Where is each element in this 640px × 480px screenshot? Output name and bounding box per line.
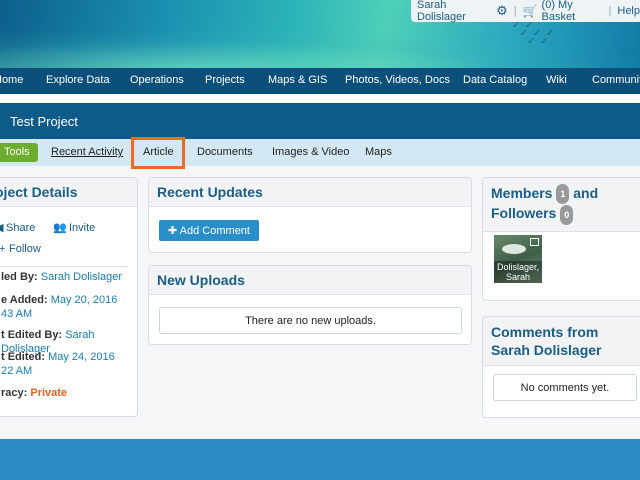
tab-recent-activity[interactable]: Recent Activity	[51, 146, 123, 158]
last-edited-value: May 24, 2016	[48, 351, 115, 363]
footer	[0, 439, 640, 480]
project-details-panel: oject Details ◀ Share 👥 Invite + Follow …	[0, 177, 138, 417]
new-uploads-panel: New Uploads There are no new uploads.	[148, 265, 472, 345]
members-count-badge: 1	[556, 184, 570, 205]
tools-button[interactable]: Tools	[0, 143, 38, 162]
new-uploads-title: New Uploads	[149, 266, 471, 295]
main-nav: Home Explore Data Operations Projects Ma…	[0, 68, 640, 94]
members-panel: Members 1 and Followers 0 Dolislager, Sa…	[482, 177, 640, 301]
and-label: and	[573, 185, 599, 201]
members-title: Members 1 and Followers 0	[483, 178, 640, 232]
member-avatar[interactable]: Dolislager, Sarah	[494, 235, 542, 283]
avatar-label: Dolislager, Sarah	[494, 261, 542, 283]
recent-updates-title: Recent Updates	[149, 178, 471, 207]
help-link[interactable]: Help	[617, 5, 640, 17]
recent-updates-panel: Recent Updates ✚ Add Comment	[148, 177, 472, 253]
nav-projects[interactable]: Projects	[205, 74, 245, 86]
last-edited-label: t Edited:	[1, 351, 45, 363]
nav-maps-gis[interactable]: Maps & GIS	[268, 74, 327, 86]
invite-link[interactable]: Invite	[69, 221, 95, 235]
members-label: Members	[491, 185, 553, 201]
project-details-title: oject Details	[0, 178, 137, 207]
birds-decoration: ✓ ✓ ✓ ✓ ✓ ✓ ✓	[512, 20, 556, 47]
created-by-link[interactable]: Sarah Dolislager	[41, 271, 122, 283]
nav-data-catalog[interactable]: Data Catalog	[463, 74, 527, 86]
nav-home[interactable]: Home	[0, 74, 23, 86]
avatar-photo	[502, 244, 526, 254]
project-title-bar: Test Project	[0, 103, 640, 139]
date-added-value: May 20, 2016	[50, 294, 118, 306]
avatar-first-name: Sarah	[505, 272, 531, 282]
created-by-row: led By: Sarah Dolislager	[1, 270, 122, 284]
nav-community[interactable]: Communit	[592, 74, 640, 86]
project-title: Test Project	[10, 114, 78, 129]
tab-documents[interactable]: Documents	[197, 146, 253, 158]
tab-images-video[interactable]: Images & Video	[272, 146, 349, 158]
last-edited-by-label: t Edited By:	[1, 329, 63, 341]
nav-explore-data[interactable]: Explore Data	[46, 74, 110, 86]
add-comment-button[interactable]: ✚ Add Comment	[159, 220, 259, 241]
basket-link[interactable]: (0) My Basket	[542, 0, 603, 23]
user-name-link[interactable]: Sarah Dolislager	[411, 0, 490, 23]
separator: |	[513, 5, 517, 17]
followers-count-badge: 0	[560, 204, 574, 225]
plus-icon[interactable]: +	[0, 242, 5, 256]
plus-icon: ✚	[168, 225, 180, 237]
no-uploads-message: There are no new uploads.	[159, 307, 462, 334]
last-edited-row: t Edited: May 24, 2016	[1, 350, 115, 364]
created-by-label: led By:	[1, 271, 38, 283]
nav-photos-videos-docs[interactable]: Photos, Videos, Docs	[345, 74, 450, 86]
avatar-last-name: Dolislager,	[496, 262, 540, 272]
add-comment-label: Add Comment	[179, 225, 250, 237]
spacer	[0, 94, 640, 103]
user-bar: Sarah Dolislager ⚙ | 🛒 (0) My Basket | H…	[411, 0, 640, 23]
followers-label: Followers	[491, 205, 557, 222]
gear-icon[interactable]: ⚙	[496, 3, 508, 19]
article-highlight	[131, 137, 185, 169]
profile-card-icon	[530, 238, 539, 246]
privacy-value: Private	[30, 387, 68, 399]
details-divider	[0, 266, 127, 267]
privacy-label: racy:	[1, 387, 28, 399]
time-edited-value: 22 AM	[1, 365, 33, 377]
date-added-row: e Added: May 20, 2016	[1, 293, 117, 307]
date-added-label: e Added:	[1, 294, 48, 306]
project-tabs: Tools Recent Activity Article Documents …	[0, 139, 640, 166]
cart-icon[interactable]: 🛒	[523, 4, 538, 18]
comments-title: Comments from Sarah Dolislager	[483, 317, 640, 366]
time-added-value: 43 AM	[1, 308, 33, 320]
no-comments-message: No comments yet.	[493, 374, 637, 401]
share-icon[interactable]: ◀	[0, 221, 3, 235]
users-icon[interactable]: 👥	[53, 221, 67, 235]
comments-panel: Comments from Sarah Dolislager No commen…	[482, 316, 640, 418]
follow-link[interactable]: Follow	[9, 242, 41, 256]
privacy-row: racy: Private	[1, 386, 67, 400]
nav-wiki[interactable]: Wiki	[546, 74, 567, 86]
share-link[interactable]: Share	[6, 221, 35, 235]
separator: |	[608, 5, 612, 17]
tab-maps[interactable]: Maps	[365, 146, 392, 158]
nav-operations[interactable]: Operations	[130, 74, 184, 86]
